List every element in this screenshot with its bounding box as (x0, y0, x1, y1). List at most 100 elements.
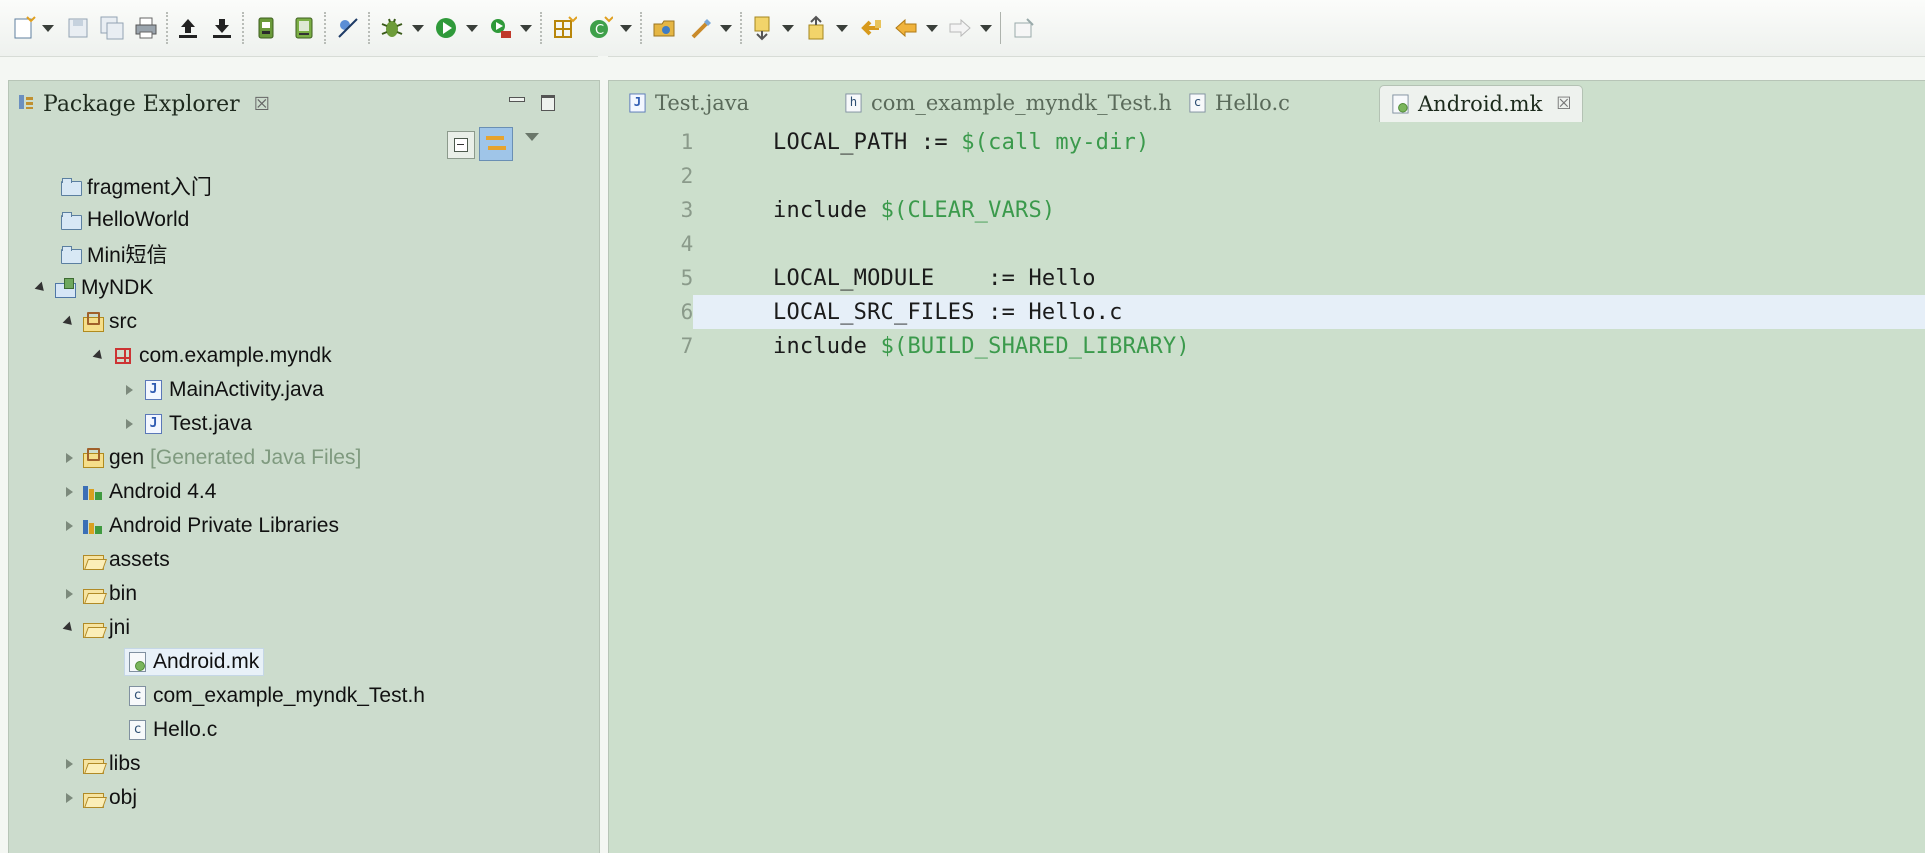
external-tools-icon[interactable] (484, 12, 516, 44)
forward-dropdown-arrow[interactable] (980, 22, 992, 34)
close-tab-icon[interactable]: ☒ (1556, 94, 1571, 114)
external-tools-dropdown-arrow[interactable] (520, 22, 532, 34)
tree-item-decoration: [Generated Java Files] (150, 446, 362, 469)
tree-item-label: Hello.c (153, 718, 218, 741)
tree-item-label: MainActivity.java (169, 378, 324, 401)
expand-arrow-icon[interactable] (91, 348, 107, 364)
tree-item-test-java[interactable]: Test.java (121, 407, 256, 441)
code-line[interactable]: 2 (609, 159, 1925, 193)
tree-item-mainactivity[interactable]: MainActivity.java (121, 373, 328, 407)
tree-item-assets[interactable]: assets (61, 543, 174, 577)
save-icon[interactable] (62, 12, 94, 44)
tree-item-gen[interactable]: gen [Generated Java Files] (61, 441, 365, 475)
open-type-icon[interactable] (648, 12, 680, 44)
tab-test-h[interactable]: com_example_myndk_Test.h (833, 85, 1182, 121)
task-dropdown-arrow[interactable] (720, 22, 732, 34)
collapse-all-icon[interactable] (447, 131, 475, 159)
print-icon[interactable] (130, 12, 162, 44)
tree-item-myndk[interactable]: MyNDK (33, 271, 157, 305)
last-edit-location-icon[interactable] (854, 12, 886, 44)
run-dropdown-arrow[interactable] (466, 22, 478, 34)
collapse-arrow-icon[interactable] (61, 586, 77, 602)
collapse-arrow-icon[interactable] (61, 790, 77, 806)
save-all-icon[interactable] (96, 12, 128, 44)
tree-item-android-44[interactable]: Android 4.4 (61, 475, 220, 509)
back-dropdown-arrow[interactable] (926, 22, 938, 34)
code-line[interactable]: 3 include $(CLEAR_VARS) (609, 193, 1925, 227)
code-line[interactable]: 4 (609, 227, 1925, 261)
minimize-icon[interactable] (507, 93, 525, 111)
tree-item-test-h[interactable]: com_example_myndk_Test.h (125, 679, 429, 713)
next-annotation-dropdown-arrow[interactable] (782, 22, 794, 34)
collapse-arrow-icon[interactable] (121, 416, 137, 432)
debug-icon[interactable] (376, 12, 408, 44)
code-line[interactable]: 1 LOCAL_PATH := $(call my-dir) (609, 125, 1925, 159)
expand-arrow-icon[interactable] (33, 280, 49, 296)
view-menu-icon[interactable] (525, 133, 539, 141)
tab-hello-c[interactable]: Hello.c (1177, 85, 1300, 121)
android-avd-manager-icon[interactable] (288, 12, 320, 44)
download-icon[interactable] (206, 12, 238, 44)
forward-icon[interactable] (944, 12, 976, 44)
tab-label: Android.mk (1418, 92, 1543, 116)
collapse-arrow-icon[interactable] (121, 382, 137, 398)
toolbar-separator (324, 12, 326, 44)
upload-icon[interactable] (172, 12, 204, 44)
package-explorer-tab[interactable]: Package Explorer ☒ (17, 91, 270, 117)
tab-android-mk[interactable]: Android.mk ☒ (1379, 85, 1583, 122)
collapse-arrow-icon[interactable] (61, 450, 77, 466)
code-line[interactable]: 5 LOCAL_MODULE := Hello (609, 261, 1925, 295)
tree-item-package[interactable]: com.example.myndk (91, 339, 336, 373)
close-view-icon[interactable]: ☒ (254, 94, 270, 115)
tree-item-libs[interactable]: libs (61, 747, 145, 781)
tree-item-hello-c[interactable]: Hello.c (125, 713, 221, 747)
tree-item-jni[interactable]: jni (61, 611, 134, 645)
next-annotation-icon[interactable] (746, 12, 778, 44)
tree-item-fragment[interactable]: fragment入门 (39, 169, 216, 203)
run-icon[interactable] (430, 12, 462, 44)
tree-item-android-mk[interactable]: Android.mk (123, 645, 265, 679)
line-number: 5 (680, 266, 694, 290)
previous-annotation-dropdown-arrow[interactable] (836, 22, 848, 34)
debug-dropdown-arrow[interactable] (412, 22, 424, 34)
new-dropdown-arrow[interactable] (42, 22, 54, 34)
tree-item-label: obj (109, 786, 138, 809)
code-line[interactable]: 7 include $(BUILD_SHARED_LIBRARY) (609, 329, 1925, 363)
open-folder-icon (83, 618, 104, 638)
tree-item-mini-sms[interactable]: Mini短信 (39, 237, 172, 271)
link-with-editor-icon[interactable] (479, 127, 513, 161)
tree-item-private-libraries[interactable]: Android Private Libraries (61, 509, 343, 543)
toolbar-separator (166, 12, 168, 44)
collapse-arrow-icon[interactable] (61, 518, 77, 534)
new-class-dropdown-arrow[interactable] (620, 22, 632, 34)
tree-item-obj[interactable]: obj (61, 781, 141, 815)
folder-icon (83, 788, 104, 808)
expand-arrow-icon[interactable] (61, 620, 77, 636)
line-number: 3 (680, 198, 694, 222)
new-wizard-icon[interactable] (8, 12, 40, 44)
maximize-icon[interactable] (539, 93, 557, 111)
package-explorer-icon (17, 92, 35, 117)
tree-item-src[interactable]: src (61, 305, 141, 339)
code-line-current[interactable]: 6 LOCAL_SRC_FILES := Hello.c (609, 295, 1925, 329)
folder-icon (83, 550, 104, 570)
tree-item-helloworld[interactable]: HelloWorld (39, 203, 193, 237)
expand-arrow-icon[interactable] (61, 314, 77, 330)
skip-breakpoints-icon[interactable] (332, 12, 364, 44)
makefile-icon (127, 652, 147, 672)
line-number: 2 (680, 164, 694, 188)
new-java-package-icon[interactable] (548, 12, 580, 44)
folder-icon (61, 244, 82, 264)
back-icon[interactable] (890, 12, 922, 44)
previous-annotation-icon[interactable] (800, 12, 832, 44)
code-text: LOCAL_SRC_FILES := Hello.c (773, 299, 1123, 325)
pin-editor-icon[interactable] (1008, 12, 1040, 44)
tree-item-bin[interactable]: bin (61, 577, 141, 611)
new-java-class-icon[interactable]: C (584, 12, 616, 44)
collapse-arrow-icon[interactable] (61, 484, 77, 500)
collapse-arrow-icon[interactable] (61, 756, 77, 772)
open-task-icon[interactable] (686, 12, 718, 44)
c-file-icon (127, 686, 147, 706)
android-sdk-manager-icon[interactable] (250, 12, 282, 44)
tab-test-java[interactable]: Test.java (617, 85, 759, 121)
